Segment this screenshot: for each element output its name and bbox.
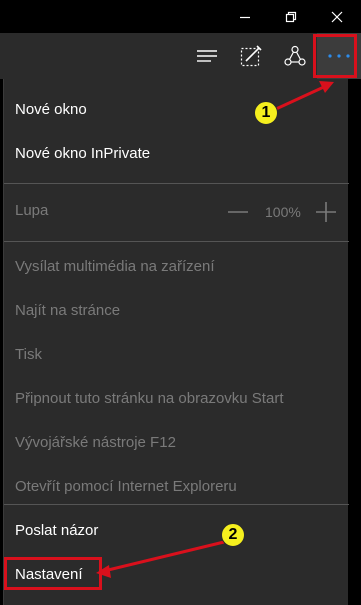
hub-icon (197, 50, 217, 62)
menu-item-new-inprivate-window[interactable]: Nové okno InPrivate (15, 144, 150, 164)
menu-item-print[interactable]: Tisk (15, 345, 42, 365)
close-icon (331, 11, 343, 22)
menu-item-new-window[interactable]: Nové okno (15, 100, 87, 120)
scrollbar-track[interactable] (351, 79, 361, 605)
menu-item-dev-tools[interactable]: Vývojářské nástroje F12 (15, 433, 176, 453)
menu-item-open-with-ie[interactable]: Otevřít pomocí Internet Exploreru (15, 477, 237, 497)
web-note-icon (240, 45, 262, 67)
hub-button[interactable] (185, 33, 229, 79)
zoom-in-button[interactable] (313, 199, 339, 225)
minimize-icon (240, 16, 250, 18)
browser-toolbar (0, 33, 361, 79)
zoom-level: 100% (265, 204, 301, 220)
share-icon (284, 45, 306, 66)
minus-icon (228, 211, 248, 213)
share-button[interactable] (273, 33, 317, 79)
restore-icon (285, 11, 297, 22)
restore-button[interactable] (268, 0, 314, 33)
zoom-out-button[interactable] (225, 199, 251, 225)
menu-item-cast-media[interactable]: Vysílat multimédia na zařízení (15, 257, 215, 277)
zoom-label: Lupa (15, 202, 49, 219)
menu-item-pin-to-start[interactable]: Připnout tuto stránku na obrazovku Start (15, 389, 283, 409)
web-note-button[interactable] (229, 33, 273, 79)
annotation-badge-1: 1 (254, 101, 278, 125)
more-actions-menu: Nové okno Nové okno InPrivate Lupa 100% … (3, 79, 349, 605)
annotation-badge-2: 2 (221, 523, 245, 547)
title-bar (0, 0, 361, 33)
menu-divider (4, 241, 349, 242)
menu-divider (4, 183, 349, 184)
menu-item-find-on-page[interactable]: Najít na stránce (15, 301, 120, 321)
highlight-box-more-actions (313, 34, 357, 78)
highlight-box-settings (4, 557, 102, 590)
menu-item-send-feedback[interactable]: Poslat názor (15, 521, 98, 541)
close-button[interactable] (314, 0, 360, 33)
minimize-button[interactable] (222, 0, 268, 33)
menu-divider (4, 504, 349, 505)
plus-icon (316, 202, 336, 222)
